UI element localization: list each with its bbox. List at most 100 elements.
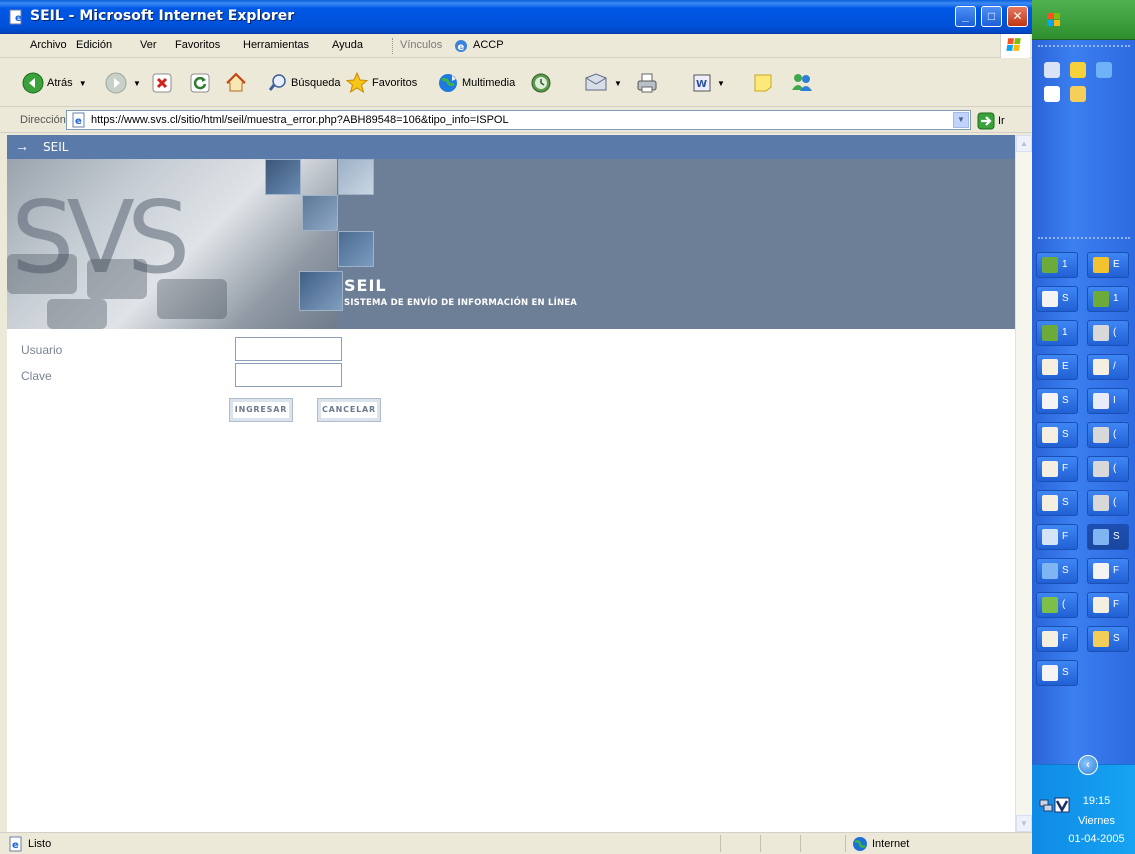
status-bar: e Listo Internet xyxy=(0,832,1032,854)
usuario-label: Usuario xyxy=(21,343,63,357)
search-button[interactable]: Búsqueda xyxy=(268,71,341,95)
links-label[interactable]: Vínculos xyxy=(400,39,442,51)
discuss-button[interactable] xyxy=(752,71,774,95)
menu-bar: Archivo Edición Ver Favoritos Herramient… xyxy=(0,34,1032,58)
taskbar-button[interactable]: E xyxy=(1036,354,1078,380)
status-text: Listo xyxy=(28,838,52,850)
menu-ver[interactable]: Ver xyxy=(140,39,157,51)
printer-icon xyxy=(637,73,657,93)
scroll-up-arrow-icon[interactable]: ▲ xyxy=(1016,135,1032,152)
mail-button[interactable]: ▼ xyxy=(584,71,622,95)
home-button[interactable] xyxy=(225,71,247,95)
clock-date: 01-04-2005 xyxy=(1068,833,1125,845)
taskbar-button[interactable]: ( xyxy=(1087,422,1129,448)
chevron-down-icon[interactable]: ▼ xyxy=(717,79,725,88)
word-icon: W xyxy=(693,74,711,92)
history-button[interactable] xyxy=(530,71,552,95)
taskbar-button[interactable]: I xyxy=(1087,388,1129,414)
outlook-express-icon[interactable] xyxy=(1070,62,1086,78)
taskbar-button[interactable]: F xyxy=(1036,456,1078,482)
quick-launch-grip[interactable] xyxy=(1038,45,1130,47)
taskbar-button-label: S xyxy=(1062,395,1069,406)
address-input[interactable]: e https://www.svs.cl/sitio/html/seil/mue… xyxy=(66,110,971,130)
taskbar-button[interactable]: E xyxy=(1087,252,1129,278)
title-bar[interactable]: e SEIL - Microsoft Internet Explorer _ □… xyxy=(0,0,1032,34)
link-accp[interactable]: ACCP xyxy=(473,39,504,51)
mail-icon xyxy=(1042,495,1058,511)
menu-favoritos[interactable]: Favoritos xyxy=(175,39,220,51)
taskbar-button[interactable]: S xyxy=(1036,558,1078,584)
taskbar-button[interactable]: S xyxy=(1087,626,1129,652)
taskbar-button[interactable]: F xyxy=(1036,626,1078,652)
taskbar-button[interactable]: F xyxy=(1036,524,1078,550)
taskbar-button[interactable]: 1 xyxy=(1036,252,1078,278)
vertical-scrollbar[interactable]: ▲ ▼ xyxy=(1015,135,1032,832)
go-label: Ir xyxy=(998,115,1005,127)
outlook-icon[interactable] xyxy=(1044,62,1060,78)
maximize-button[interactable]: □ xyxy=(981,6,1002,27)
menu-herramientas[interactable]: Herramientas xyxy=(243,39,309,51)
media-button[interactable]: Multimedia xyxy=(437,71,515,95)
minimize-button[interactable]: _ xyxy=(955,6,976,27)
taskbar-button-label: F xyxy=(1062,633,1069,644)
menu-edicion[interactable]: Edición xyxy=(76,39,112,51)
taskbar-button[interactable]: ( xyxy=(1036,592,1078,618)
chevron-down-icon[interactable]: ▼ xyxy=(614,79,622,88)
scroll-down-arrow-icon[interactable]: ▼ xyxy=(1016,815,1032,832)
print-button[interactable] xyxy=(636,71,658,95)
menu-archivo[interactable]: Archivo xyxy=(30,39,67,51)
mail-icon xyxy=(1093,597,1109,613)
status-divider xyxy=(720,835,721,852)
taskbar-button[interactable]: ( xyxy=(1087,456,1129,482)
show-desktop-icon[interactable] xyxy=(1044,86,1060,102)
chevron-down-icon[interactable]: ▼ xyxy=(79,79,87,88)
taskbar-button[interactable]: S xyxy=(1036,286,1078,312)
favorites-button[interactable]: Favoritos xyxy=(345,71,417,95)
file-icon xyxy=(1042,529,1058,545)
chevron-left-icon[interactable]: ‹ xyxy=(1078,755,1098,775)
cancelar-button[interactable]: CANCELAR xyxy=(317,398,381,422)
taskbar-button[interactable]: S xyxy=(1036,388,1078,414)
address-url[interactable]: https://www.svs.cl/sitio/html/seil/muest… xyxy=(91,114,509,126)
go-button[interactable]: Ir xyxy=(977,112,1005,130)
svg-text:W: W xyxy=(696,79,707,90)
taskbar-button[interactable]: 1 xyxy=(1036,320,1078,346)
messenger-button[interactable] xyxy=(790,71,814,95)
stop-button[interactable] xyxy=(152,71,172,95)
mail-icon xyxy=(1042,631,1058,647)
clock-time[interactable]: 19:15 xyxy=(1032,795,1135,807)
chevron-down-icon[interactable]: ▼ xyxy=(133,79,141,88)
taskbar-button[interactable]: ( xyxy=(1087,490,1129,516)
start-button[interactable] xyxy=(1032,0,1135,40)
folder-icon[interactable] xyxy=(1070,86,1086,102)
address-label: Dirección xyxy=(20,114,66,126)
clave-input[interactable] xyxy=(235,363,342,387)
taskbar-button[interactable]: S xyxy=(1036,660,1078,686)
chevron-down-icon[interactable]: ▼ xyxy=(953,112,969,128)
taskbar-button[interactable]: S xyxy=(1087,524,1129,550)
forward-button[interactable]: ▼ xyxy=(105,71,141,95)
taskbar-button[interactable]: S xyxy=(1036,490,1078,516)
taskbar-button[interactable]: F xyxy=(1087,592,1129,618)
refresh-button[interactable] xyxy=(190,71,210,95)
taskbar-button[interactable]: F xyxy=(1087,558,1129,584)
taskbar-button[interactable]: / xyxy=(1087,354,1129,380)
powerpoint-icon xyxy=(1093,461,1109,477)
document-icon xyxy=(1042,665,1058,681)
note-icon xyxy=(754,74,772,92)
mail-icon xyxy=(1042,359,1058,375)
taskbar-button-label: F xyxy=(1062,531,1069,542)
menu-ayuda[interactable]: Ayuda xyxy=(332,39,363,51)
ingresar-button[interactable]: INGRESAR xyxy=(229,398,293,422)
taskbar-button[interactable]: ( xyxy=(1087,320,1129,346)
taskbar-grip[interactable] xyxy=(1038,237,1130,239)
close-button[interactable]: ✕ xyxy=(1007,6,1028,27)
svg-text:e: e xyxy=(15,13,22,24)
taskbar-button[interactable]: 1 xyxy=(1087,286,1129,312)
ie-icon[interactable] xyxy=(1096,62,1112,78)
usuario-input[interactable] xyxy=(235,337,342,361)
taskbar-button[interactable]: S xyxy=(1036,422,1078,448)
back-button[interactable]: Atrás ▼ xyxy=(22,71,87,95)
system-tray: ‹ 19:15 Viernes 01-04-2005 xyxy=(1032,755,1135,854)
edit-button[interactable]: W ▼ xyxy=(693,71,725,95)
